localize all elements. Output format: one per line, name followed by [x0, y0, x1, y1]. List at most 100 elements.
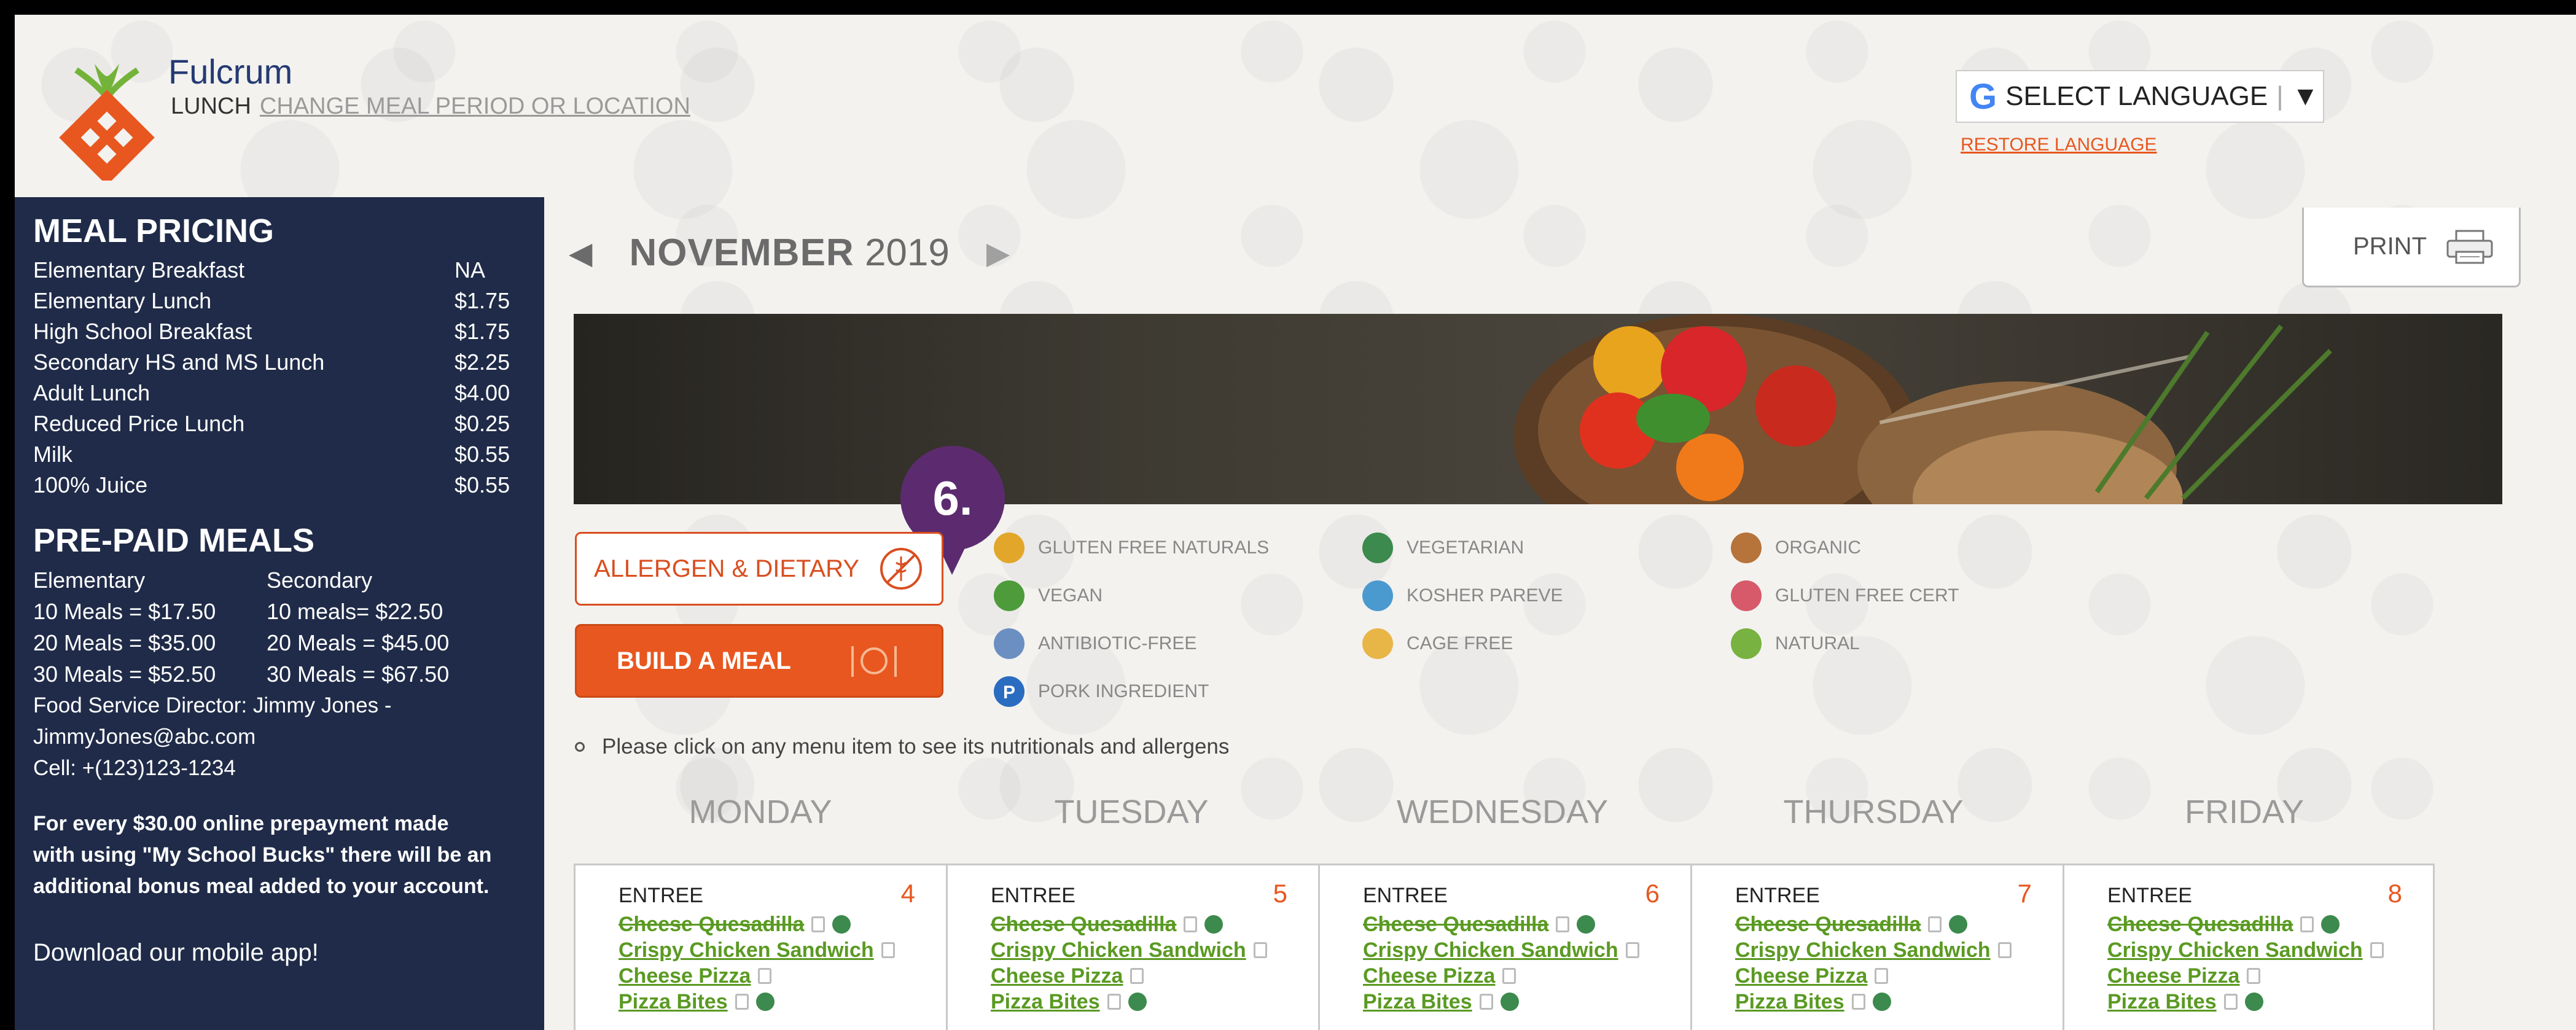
menu-item[interactable]: Cheese Pizza	[991, 963, 1294, 989]
day-number: 7	[2017, 879, 2032, 908]
vegetarian-icon	[1500, 993, 1519, 1011]
price-name: 100% Juice	[33, 472, 148, 497]
gluten-free-naturals-icon	[994, 533, 1025, 563]
change-meal-period-link[interactable]: CHANGE MEAL PERIOD OR LOCATION	[260, 93, 690, 120]
legend-item: NATURAL	[1730, 628, 2037, 660]
menu-item[interactable]: Crispy Chicken Sandwich	[991, 937, 1294, 963]
food-banner-image	[574, 314, 2502, 504]
menu-item[interactable]: Pizza Bites	[991, 989, 1294, 1015]
allergen-icon	[880, 548, 922, 590]
price-value: $0.55	[455, 442, 510, 467]
fulcrum-logo-icon	[59, 64, 155, 181]
prepaid-cell: 20 Meals = $35.00	[33, 630, 216, 655]
legend-item: KOSHER PAREVE	[1361, 580, 1730, 612]
bonus-line: additional bonus meal added to your acco…	[33, 875, 490, 898]
menu-hint: Please click on any menu item to see its…	[575, 735, 1229, 759]
menu-item[interactable]: Pizza Bites	[2107, 989, 2408, 1015]
nutrition-icon	[2223, 994, 2238, 1010]
legend-label: PORK INGREDIENT	[1038, 681, 1209, 701]
sidebar: MEAL PRICING Elementary Breakfast NA Elem…	[15, 197, 544, 1030]
year: 2019	[864, 232, 950, 274]
legend-item: VEGAN	[993, 580, 1361, 612]
legend-item: P PORK INGREDIENT	[993, 676, 1361, 708]
vegetarian-icon	[1577, 915, 1596, 934]
menu-item-name: Cheese Quesadilla	[619, 913, 805, 936]
nutrition-icon	[758, 968, 772, 984]
printer-icon	[2446, 230, 2493, 263]
menu-item[interactable]: Cheese Pizza	[619, 963, 921, 989]
print-button[interactable]: PRINT	[2302, 208, 2521, 287]
allergen-dietary-button[interactable]: ALLERGEN & DIETARY	[575, 532, 943, 606]
menu-item-name: Cheese Pizza	[991, 964, 1123, 988]
menu-item[interactable]: Crispy Chicken Sandwich	[1363, 937, 1666, 963]
price-value: $2.25	[455, 349, 510, 375]
page-frame: Fulcrum LUNCH CHANGE MEAL PERIOD OR LOCA…	[15, 15, 2576, 1030]
prepaid-cell: 30 Meals = $67.50	[267, 661, 450, 687]
legend-item: GLUTEN FREE CERT	[1730, 580, 2037, 612]
day-header: MONDAY	[689, 794, 832, 830]
menu-item[interactable]: Crispy Chicken Sandwich	[1735, 937, 2038, 963]
menu-item-name: Cheese Quesadilla	[991, 913, 1177, 936]
menu-item[interactable]: Crispy Chicken Sandwich	[2107, 937, 2408, 963]
menu-item[interactable]: Pizza Bites	[619, 989, 921, 1015]
allergen-button-label: ALLERGEN & DIETARY	[594, 555, 859, 582]
entree-label: ENTREE	[619, 884, 703, 907]
nutrition-icon	[1253, 942, 1267, 958]
vegetables-image	[1513, 314, 2332, 504]
build-a-meal-button[interactable]: BUILD A MEAL	[575, 624, 943, 698]
price-value: $1.75	[455, 288, 510, 313]
menu-item-name: Crispy Chicken Sandwich	[991, 938, 1246, 962]
menu-item[interactable]: Cheese Pizza	[2107, 963, 2408, 989]
price-name: High School Breakfast	[33, 319, 252, 344]
nutrition-icon	[1502, 968, 1516, 984]
nutrition-icon	[735, 994, 749, 1010]
previous-month-icon[interactable]: ◀	[569, 235, 592, 271]
director-cell: Cell: +(123)123-1234	[33, 756, 236, 780]
menu-item-name: Cheese Quesadilla	[1363, 913, 1549, 936]
cage-free-icon	[1362, 628, 1393, 659]
price-value: $0.25	[455, 411, 510, 436]
price-row: Reduced Price Lunch $0.25	[33, 408, 522, 439]
menu-item-name: Crispy Chicken Sandwich	[2107, 938, 2363, 962]
chevron-down-icon: ▼	[2292, 81, 2319, 111]
vegetarian-icon	[1949, 915, 1968, 934]
language-selector[interactable]: G SELECT LANGUAGE | ▼	[1956, 70, 2324, 123]
menu-item-name: Crispy Chicken Sandwich	[1735, 938, 1991, 962]
action-buttons: ALLERGEN & DIETARY BUILD A MEAL	[575, 532, 943, 698]
menu-item[interactable]: Pizza Bites	[1363, 989, 1666, 1015]
calendar-day-cell: 7 ENTREE Cheese Quesadilla Crispy Chicke…	[1690, 864, 2063, 1030]
menu-item-name: Crispy Chicken Sandwich	[1363, 938, 1618, 962]
nutrition-icon	[1625, 942, 1639, 958]
menu-item[interactable]: Cheese Quesadilla	[2107, 911, 2408, 937]
next-month-icon[interactable]: ▶	[986, 235, 1010, 271]
calendar-day-cell: 6 ENTREE Cheese Quesadilla Crispy Chicke…	[1318, 864, 1690, 1030]
menu-item[interactable]: Cheese Pizza	[1735, 963, 2038, 989]
bullet-icon	[575, 742, 585, 752]
nutrition-icon	[2370, 942, 2384, 958]
menu-item[interactable]: Crispy Chicken Sandwich	[619, 937, 921, 963]
nutrition-icon	[1130, 968, 1144, 984]
menu-item[interactable]: Pizza Bites	[1735, 989, 2038, 1015]
app-download-text: Download our mobile app!	[33, 939, 319, 966]
menu-item-name: Cheese Pizza	[2107, 964, 2240, 988]
legend-label: ORGANIC	[1775, 537, 1862, 558]
legend-label: VEGAN	[1038, 585, 1103, 606]
vegetarian-icon	[1362, 533, 1393, 563]
menu-item[interactable]: Cheese Pizza	[1363, 963, 1666, 989]
nutrition-icon	[2247, 968, 2261, 984]
menu-item[interactable]: Cheese Quesadilla	[1735, 911, 2038, 937]
restore-language-link[interactable]: RESTORE LANGUAGE	[1961, 135, 2157, 155]
price-row: Secondary HS and MS Lunch $2.25	[33, 347, 522, 378]
prepaid-header: Secondary	[267, 568, 373, 593]
price-row: Milk $0.55	[33, 439, 522, 470]
price-value: $0.55	[455, 472, 510, 497]
menu-item[interactable]: Cheese Quesadilla	[1363, 911, 1666, 937]
menu-item-name: Cheese Pizza	[1735, 964, 1868, 988]
entree-label: ENTREE	[2107, 884, 2192, 907]
dietary-legend: GLUTEN FREE NATURALS VEGETARIAN ORGANIC …	[993, 532, 2037, 708]
menu-item[interactable]: Cheese Quesadilla	[991, 911, 1294, 937]
menu-item-name: Cheese Quesadilla	[2107, 913, 2293, 936]
prepaid-cell: 30 Meals = $52.50	[33, 661, 216, 687]
menu-item[interactable]: Cheese Quesadilla	[619, 911, 921, 937]
vegetarian-icon	[2321, 915, 2340, 934]
